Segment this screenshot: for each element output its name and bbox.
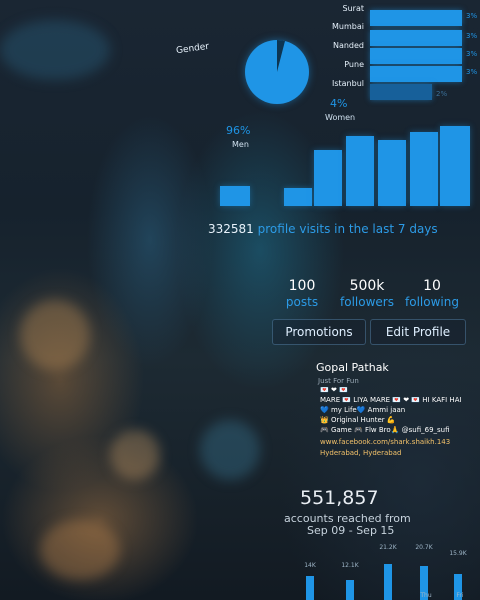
background-bokeh xyxy=(20,300,90,370)
profile-tagline: Just For Fun xyxy=(318,377,359,385)
bio-line: MARE 💌 LIYA MARE 💌 ❤ 💌 HI KAFI HAI xyxy=(320,396,462,404)
gender-title: Gender xyxy=(175,41,210,57)
city-bar xyxy=(370,10,462,26)
accounts-reached-count: 551,857 xyxy=(300,487,379,509)
reach-bar xyxy=(384,564,392,600)
visits-bar xyxy=(440,126,470,206)
cities-chart: Surat 3% Mumbai 3% Nanded 3% Pune 3% Ist… xyxy=(300,0,480,110)
city-pct: 3% xyxy=(466,68,478,76)
bio-line: 👑 Original Hunter 💪 xyxy=(320,416,396,424)
visits-bar xyxy=(346,136,374,206)
following-count[interactable]: 10 xyxy=(392,278,472,294)
reach-bar-label: 20.7K xyxy=(415,544,433,551)
edit-profile-button[interactable]: Edit Profile xyxy=(370,319,466,345)
reach-day-label: Fri xyxy=(456,592,464,599)
city-pct: 3% xyxy=(466,32,478,40)
profile-location: Hyderabad, Hyderabad xyxy=(320,449,402,457)
city-pct: 3% xyxy=(466,12,478,20)
reach-bar-label: 21.2K xyxy=(379,544,397,551)
profile-visits-label: profile visits in the last 7 days xyxy=(257,222,438,236)
bio-line: 💌 ❤ 💌 xyxy=(320,386,348,394)
reach-bar xyxy=(346,580,354,600)
city-pct: 2% xyxy=(436,90,448,98)
city-label: Pune xyxy=(344,60,364,69)
bio-line: 💙 my Life💙 Ammi jaan xyxy=(320,406,406,414)
background-bokeh xyxy=(200,420,260,480)
visits-bar xyxy=(314,150,342,206)
profile-visits: 332581 profile visits in the last 7 days xyxy=(208,222,438,236)
bio-line: 🎮 Game 🎮 Flw Bro🙏 @sufi_69_sufi xyxy=(320,426,450,434)
background-bokeh xyxy=(40,520,120,580)
profile-name: Gopal Pathak xyxy=(316,361,389,374)
profile-link[interactable]: www.facebook.com/shark.shaikh.143 xyxy=(320,438,450,446)
background-bokeh xyxy=(110,430,160,480)
city-bar xyxy=(370,30,462,46)
visits-bar xyxy=(378,140,406,206)
visits-bar xyxy=(220,186,250,206)
visits-bar-chart xyxy=(218,120,474,206)
reach-day-label: Thu xyxy=(420,592,432,599)
city-label: Mumbai xyxy=(332,22,364,31)
accounts-reached-range: Sep 09 - Sep 15 xyxy=(307,524,395,537)
city-label: Nanded xyxy=(332,41,364,50)
reach-bar xyxy=(306,576,314,600)
city-pct: 3% xyxy=(466,50,478,58)
visits-bar xyxy=(284,188,312,206)
following-label[interactable]: following xyxy=(392,295,472,309)
city-bar xyxy=(370,84,432,100)
visits-bar xyxy=(410,132,438,206)
city-label: Surat xyxy=(342,4,364,13)
city-label: Istanbul xyxy=(331,79,364,88)
background-bokeh xyxy=(0,20,110,80)
profile-visits-count: 332581 xyxy=(208,222,254,236)
city-bar xyxy=(370,66,462,82)
promotions-button[interactable]: Promotions xyxy=(272,319,366,345)
city-bar xyxy=(370,48,462,64)
